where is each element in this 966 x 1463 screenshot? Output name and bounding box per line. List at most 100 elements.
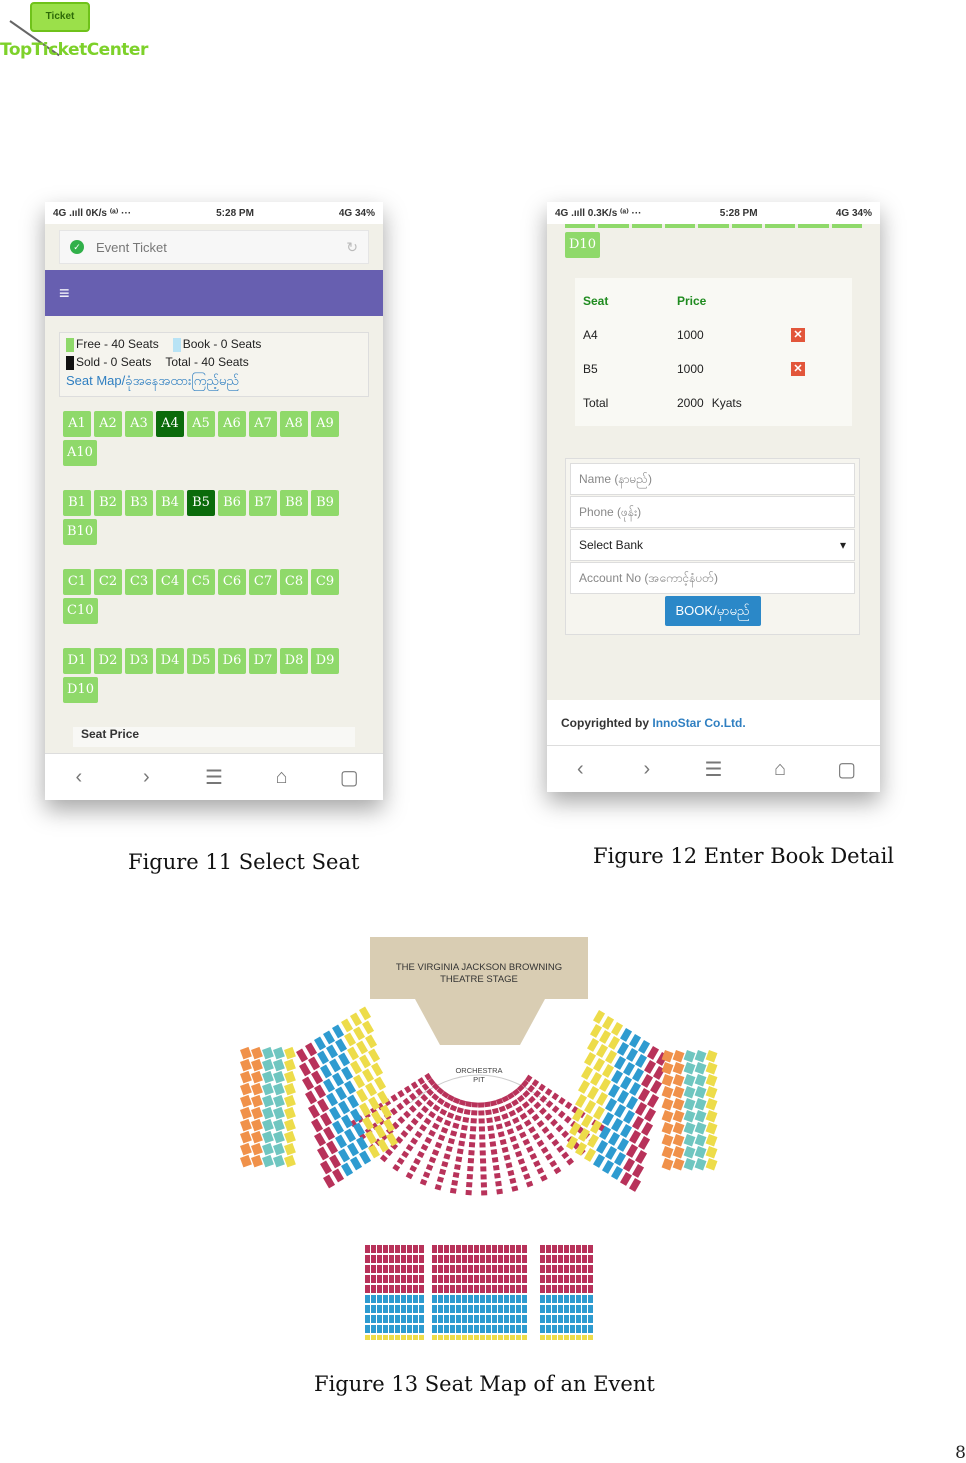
seat-button[interactable]: A6 [218,410,246,437]
seat-block [395,1335,400,1340]
seat-block [516,1305,521,1313]
tabs-icon[interactable]: ▢ [334,765,364,790]
seat-button[interactable]: B5 [187,489,215,516]
seat-button[interactable]: D3 [125,647,153,674]
seat-block [479,1150,486,1156]
forward-icon[interactable]: › [632,758,662,781]
seat-button[interactable]: D10 [63,676,98,703]
seat-button[interactable]: A5 [187,410,215,437]
seat-block [504,1335,509,1340]
seat-block [323,1078,336,1093]
seat-button[interactable]: B10 [63,518,98,545]
seat-block [451,1179,459,1186]
seat-button[interactable]: A2 [94,410,122,437]
seat-block [522,1315,527,1323]
tabs-icon[interactable]: ▢ [832,757,862,782]
seat-block [517,1158,526,1165]
seat-block [299,1062,312,1077]
seat-block [450,1325,455,1333]
seat-button[interactable]: C8 [280,568,308,595]
seat-button[interactable]: D6 [218,647,246,674]
seat-button[interactable]: C4 [156,568,184,595]
seat-button[interactable]: D2 [94,647,122,674]
seat-block [320,1160,333,1175]
seat-block [557,1110,566,1119]
seat-button[interactable]: C9 [311,568,339,595]
seat-button[interactable]: D10 [565,232,600,258]
seat-block [552,1265,557,1273]
seat-block [424,1136,433,1144]
seat-button[interactable]: C5 [187,568,215,595]
seat-button[interactable]: C6 [218,568,246,595]
seat-button[interactable]: A8 [280,410,308,437]
seat-block [588,1325,593,1333]
seat-block [546,1132,555,1141]
seat-block [459,1132,467,1139]
seat-button[interactable]: A7 [249,410,277,437]
seat-block [273,1130,285,1144]
seat-block [480,1315,485,1323]
seat-button[interactable]: A4 [156,410,184,437]
seat-block [468,1275,473,1283]
seat-block [516,1255,521,1263]
bank-select[interactable]: Select Bank ▾ [570,529,855,561]
seat-button[interactable]: B4 [156,489,184,516]
back-icon[interactable]: ‹ [565,758,595,781]
company-link[interactable]: InnoStar Co.Ltd. [652,716,745,730]
seat-button[interactable]: C1 [63,568,91,595]
seat-block [383,1305,388,1313]
seat-block [407,1305,412,1313]
seat-button[interactable]: D7 [249,647,277,674]
seat-button[interactable]: B2 [94,489,122,516]
seat-block [389,1315,394,1323]
seat-button[interactable]: B3 [125,489,153,516]
url-bar[interactable]: ✓ Event Ticket ↻ [59,230,369,264]
seat-block [450,1255,455,1263]
seat-button[interactable]: C3 [125,568,153,595]
back-icon[interactable]: ‹ [64,766,94,789]
page-number: 8 [955,1443,966,1463]
seat-button[interactable]: B9 [311,489,339,516]
seat-block [452,1122,460,1129]
seat-button[interactable]: C2 [94,568,122,595]
remove-icon[interactable]: ✕ [791,328,805,342]
seat-block [413,1335,418,1340]
seat-button[interactable]: A10 [63,439,97,466]
seat-block [284,1142,296,1156]
menu-icon[interactable]: ☰ [199,765,229,790]
seat-block [414,1130,423,1139]
name-field[interactable]: Name (နာမည်) [570,463,855,495]
home-icon[interactable]: ⌂ [267,766,297,789]
menu-icon[interactable]: ☰ [698,757,728,782]
seat-block [522,1245,527,1253]
seat-button[interactable]: B6 [218,489,246,516]
reload-icon[interactable]: ↻ [346,239,358,256]
forward-icon[interactable]: › [131,766,161,789]
seat-block [403,1110,411,1119]
seat-block [540,1285,545,1293]
seat-button[interactable]: A3 [125,410,153,437]
seat-button[interactable]: D5 [187,647,215,674]
seat-button[interactable]: A9 [311,410,339,437]
remove-icon[interactable]: ✕ [791,362,805,376]
seat-button[interactable]: B1 [63,489,91,516]
seat-block [438,1325,443,1333]
seat-button[interactable]: D1 [63,647,91,674]
seat-block [504,1295,509,1303]
seat-map-link[interactable]: Seat Map/ခုံအနေအထားကြည့်မည် [66,373,362,392]
home-icon[interactable]: ⌂ [765,758,795,781]
book-button[interactable]: BOOK/မှာမည် [664,596,761,626]
seat-block [421,1105,429,1114]
seat-button[interactable]: D4 [156,647,184,674]
seat-button[interactable]: D9 [311,647,339,674]
seat-button[interactable]: C7 [249,568,277,595]
seat-button[interactable]: A1 [63,410,91,437]
seat-button[interactable]: B7 [249,489,277,516]
phone-field[interactable]: Phone (ဖုန်း) [570,496,855,528]
seat-button[interactable]: C10 [63,597,98,624]
seat-button[interactable]: D8 [280,647,308,674]
seat-button[interactable]: B8 [280,489,308,516]
seat-block [438,1255,443,1263]
hamburger-menu-icon[interactable]: ≡ [59,283,70,303]
account-field[interactable]: Account No (အကောင့်နံပတ်) [570,562,855,594]
